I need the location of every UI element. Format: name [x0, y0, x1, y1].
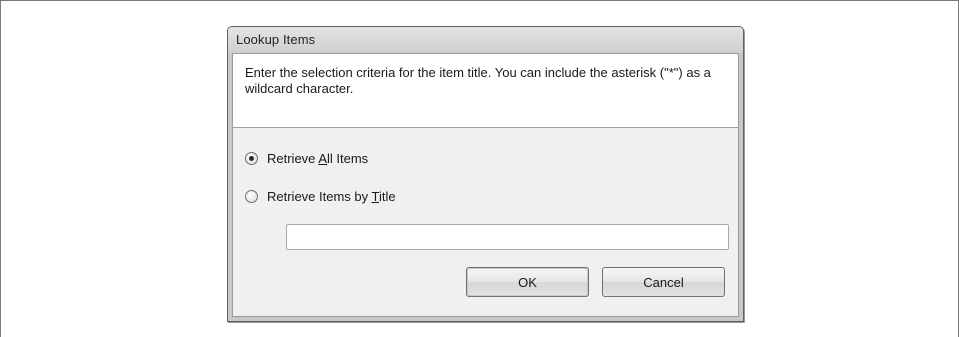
- retrieve-all-items-label-prefix: Retrieve: [267, 150, 319, 166]
- retrieve-items-by-title-radio[interactable]: [245, 189, 258, 203]
- retrieve-items-by-title-mnemonic: T: [371, 188, 379, 204]
- dialog-titlebar[interactable]: Lookup Items: [228, 27, 743, 53]
- figure-frame-top: [0, 0, 959, 1]
- ok-button[interactable]: OK: [466, 267, 589, 297]
- item-title-input[interactable]: [286, 224, 729, 250]
- retrieve-all-items-option[interactable]: Retrieve All Items: [245, 149, 368, 167]
- cancel-button[interactable]: Cancel: [602, 267, 725, 297]
- retrieve-items-by-title-label: Retrieve Items by Title: [267, 189, 396, 204]
- dialog-client-area: Enter the selection criteria for the ite…: [232, 53, 739, 317]
- page: Lookup Items Enter the selection criteri…: [0, 0, 959, 337]
- dialog-title: Lookup Items: [236, 32, 316, 47]
- instructions-panel: Enter the selection criteria for the ite…: [233, 54, 738, 128]
- instructions-text: Enter the selection criteria for the ite…: [245, 65, 711, 96]
- retrieve-all-items-label: Retrieve All Items: [267, 151, 368, 166]
- retrieve-items-by-title-option[interactable]: Retrieve Items by Title: [245, 187, 396, 205]
- figure-frame-left: [0, 0, 1, 337]
- retrieve-all-items-label-suffix: ll Items: [326, 150, 369, 166]
- retrieve-all-items-radio[interactable]: [245, 151, 258, 165]
- retrieve-items-by-title-label-suffix: itle: [379, 188, 396, 204]
- retrieve-all-items-mnemonic: A: [318, 150, 327, 166]
- retrieve-items-by-title-label-prefix: Retrieve Items by: [267, 188, 372, 204]
- lookup-items-dialog: Lookup Items Enter the selection criteri…: [227, 26, 744, 322]
